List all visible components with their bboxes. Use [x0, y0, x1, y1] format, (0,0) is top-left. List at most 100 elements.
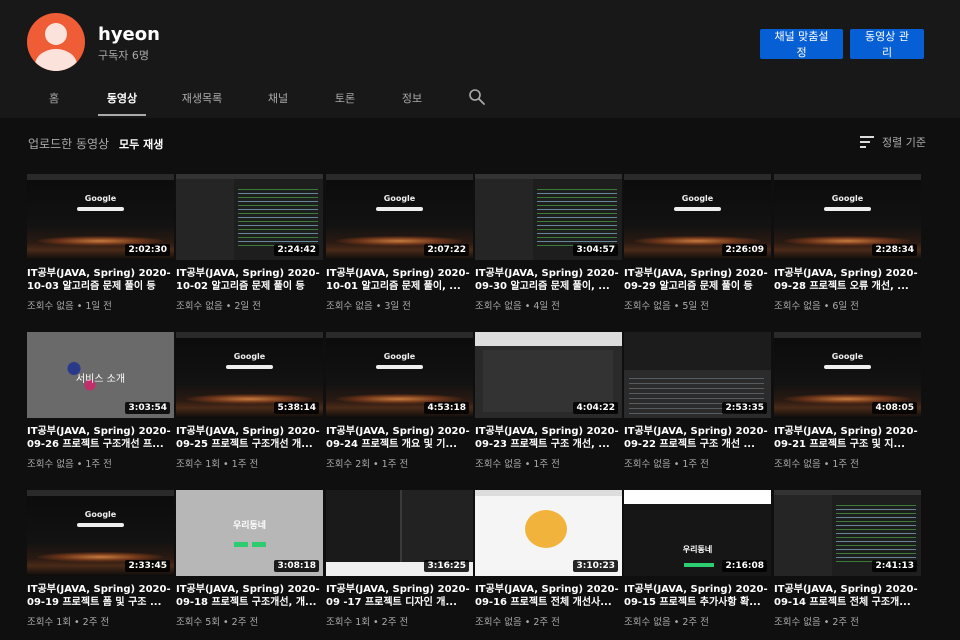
video-thumbnail[interactable]: 2:53:35 — [624, 332, 771, 418]
video-thumbnail[interactable]: Google 4:53:18 — [326, 332, 473, 418]
sort-icon — [860, 136, 874, 148]
video-duration: 3:03:54 — [125, 402, 170, 414]
video-duration: 4:08:05 — [872, 402, 917, 414]
thumbnail-overlay-text: 우리동네 — [682, 545, 713, 554]
video-card[interactable]: Google 2:07:22 IT공부(JAVA, Spring) 2020-10-… — [326, 174, 473, 312]
video-title[interactable]: IT공부(JAVA, Spring) 2020-09-26 프로젝트 구조개선 … — [27, 425, 174, 451]
video-thumbnail[interactable]: 4:04:22 — [475, 332, 622, 418]
video-duration: 2:16:08 — [722, 560, 767, 572]
video-duration: 2:41:13 — [872, 560, 917, 572]
play-all-link[interactable]: 모두 재생 — [119, 136, 163, 152]
video-thumbnail[interactable]: 우리동네 3:08:18 — [176, 490, 323, 576]
video-card[interactable]: 서비스 소개 3:03:54 IT공부(JAVA, Spring) 2020-09-… — [27, 332, 174, 470]
video-meta: 조회수 없음 • 1주 전 — [774, 459, 859, 470]
video-card[interactable]: 우리동네 2:16:08 IT공부(JAVA, Spring) 2020-09-15… — [624, 490, 771, 628]
video-duration: 5:38:14 — [274, 402, 319, 414]
thumbnail-overlay-text: 서비스 소개 — [75, 374, 126, 385]
video-thumbnail[interactable]: 우리동네 2:16:08 — [624, 490, 771, 576]
video-meta: 조회수 없음 • 2주 전 — [624, 617, 709, 628]
video-thumbnail[interactable]: Google 2:07:22 — [326, 174, 473, 260]
video-thumbnail[interactable]: Google 2:26:09 — [624, 174, 771, 260]
video-card[interactable]: 3:10:23 IT공부(JAVA, Spring) 2020-09-16 프로젝… — [475, 490, 622, 628]
video-meta: 조회수 없음 • 6일 전 — [774, 301, 859, 312]
channel-avatar[interactable] — [27, 13, 85, 71]
sort-label: 정렬 기준 — [882, 136, 926, 149]
video-title[interactable]: IT공부(JAVA, Spring) 2020-09-21 프로젝트 구조 및 … — [774, 425, 921, 451]
video-title[interactable]: IT공부(JAVA, Spring) 2020-09-15 프로젝트 추가사항 … — [624, 583, 771, 609]
video-meta: 조회수 2회 • 1주 전 — [326, 459, 409, 470]
tab-home[interactable]: 홈 — [38, 80, 70, 116]
video-card[interactable]: Google 2:26:09 IT공부(JAVA, Spring) 2020-09-… — [624, 174, 771, 312]
video-meta: 조회수 1회 • 1주 전 — [176, 459, 259, 470]
thumbnail-google-logo: Google — [383, 194, 416, 203]
video-card[interactable]: 2:53:35 IT공부(JAVA, Spring) 2020-09-22 프로젝… — [624, 332, 771, 470]
video-thumbnail[interactable]: 3:16:25 — [326, 490, 473, 576]
video-thumbnail[interactable]: 2:41:13 — [774, 490, 921, 576]
video-title[interactable]: IT공부(JAVA, Spring) 2020-09-30 알고리즘 문제 풀이… — [475, 267, 622, 293]
sort-by-button[interactable]: 정렬 기준 — [860, 134, 926, 150]
video-title[interactable]: IT공부(JAVA, Spring) 2020-09-24 프로젝트 개요 및 … — [326, 425, 473, 451]
video-title[interactable]: IT공부(JAVA, Spring) 2020-09-23 프로젝트 구조 개선… — [475, 425, 622, 451]
video-duration: 4:53:18 — [424, 402, 469, 414]
video-title[interactable]: IT공부(JAVA, Spring) 2020-09-18 프로젝트 구조개선,… — [176, 583, 323, 609]
customize-channel-button[interactable]: 채널 맞춤설정 — [760, 29, 843, 59]
video-meta: 조회수 1회 • 2주 전 — [27, 617, 110, 628]
video-title[interactable]: IT공부(JAVA, Spring) 2020-09-25 프로젝트 구조개선 … — [176, 425, 323, 451]
tab-about[interactable]: 정보 — [392, 80, 432, 116]
video-title[interactable]: IT공부(JAVA, Spring) 2020-09-19 프로젝트 폼 및 구… — [27, 583, 174, 609]
video-meta: 조회수 1회 • 2주 전 — [326, 617, 409, 628]
video-card[interactable]: Google 4:08:05 IT공부(JAVA, Spring) 2020-09-… — [774, 332, 921, 470]
manage-videos-button[interactable]: 동영상 관리 — [850, 29, 924, 59]
video-thumbnail[interactable]: 2:24:42 — [176, 174, 323, 260]
tab-videos[interactable]: 동영상 — [98, 80, 146, 116]
video-thumbnail[interactable]: 3:04:57 — [475, 174, 622, 260]
video-meta: 조회수 없음 • 1주 전 — [475, 459, 560, 470]
video-title[interactable]: IT공부(JAVA, Spring) 2020-09-16 프로젝트 전체 개선… — [475, 583, 622, 609]
video-card[interactable]: Google 2:33:45 IT공부(JAVA, Spring) 2020-09-… — [27, 490, 174, 628]
video-duration: 2:53:35 — [722, 402, 767, 414]
video-meta: 조회수 5회 • 2주 전 — [176, 617, 259, 628]
search-icon[interactable] — [468, 88, 486, 106]
video-card[interactable]: Google 4:53:18 IT공부(JAVA, Spring) 2020-09-… — [326, 332, 473, 470]
video-duration: 2:33:45 — [125, 560, 170, 572]
tab-channels[interactable]: 채널 — [258, 80, 298, 116]
video-thumbnail[interactable]: 서비스 소개 3:03:54 — [27, 332, 174, 418]
video-card[interactable]: 3:16:25 IT공부(JAVA, Spring) 2020-09 -17 프로… — [326, 490, 473, 628]
tab-playlists[interactable]: 재생목록 — [176, 80, 228, 116]
video-meta: 조회수 없음 • 1주 전 — [27, 459, 112, 470]
video-duration: 2:24:42 — [274, 244, 319, 256]
video-card[interactable]: 2:41:13 IT공부(JAVA, Spring) 2020-09-14 프로젝… — [774, 490, 921, 628]
video-thumbnail[interactable]: Google 4:08:05 — [774, 332, 921, 418]
video-title[interactable]: IT공부(JAVA, Spring) 2020-09-22 프로젝트 구조 개선… — [624, 425, 771, 451]
thumbnail-google-logo: Google — [831, 194, 864, 203]
video-meta: 조회수 없음 • 2주 전 — [475, 617, 560, 628]
video-thumbnail[interactable]: Google 5:38:14 — [176, 332, 323, 418]
video-thumbnail[interactable]: Google 2:02:30 — [27, 174, 174, 260]
video-thumbnail[interactable]: Google 2:33:45 — [27, 490, 174, 576]
video-title[interactable]: IT공부(JAVA, Spring) 2020-10-01 알고리즘 문제 풀이… — [326, 267, 473, 293]
video-card[interactable]: 우리동네 3:08:18 IT공부(JAVA, Spring) 2020-09-18… — [176, 490, 323, 628]
tab-discussion[interactable]: 토론 — [325, 80, 365, 116]
thumbnail-google-logo: Google — [681, 194, 714, 203]
video-card[interactable]: Google 2:28:34 IT공부(JAVA, Spring) 2020-09-… — [774, 174, 921, 312]
video-duration: 3:04:57 — [573, 244, 618, 256]
video-thumbnail[interactable]: 3:10:23 — [475, 490, 622, 576]
video-duration: 2:26:09 — [722, 244, 767, 256]
thumbnail-google-logo: Google — [831, 352, 864, 361]
avatar-head-shape — [45, 23, 67, 45]
video-thumbnail[interactable]: Google 2:28:34 — [774, 174, 921, 260]
video-title[interactable]: IT공부(JAVA, Spring) 2020-09-28 프로젝트 오류 개선… — [774, 267, 921, 293]
video-card[interactable]: 2:24:42 IT공부(JAVA, Spring) 2020-10-02 알고리… — [176, 174, 323, 312]
video-meta: 조회수 없음 • 1주 전 — [624, 459, 709, 470]
thumbnail-google-logo: Google — [84, 510, 117, 519]
video-title[interactable]: IT공부(JAVA, Spring) 2020-10-02 알고리즘 문제 풀이… — [176, 267, 323, 293]
video-title[interactable]: IT공부(JAVA, Spring) 2020-10-03 알고리즘 문제 풀이… — [27, 267, 174, 293]
video-meta: 조회수 없음 • 2주 전 — [774, 617, 859, 628]
video-title[interactable]: IT공부(JAVA, Spring) 2020-09 -17 프로젝트 디자인 … — [326, 583, 473, 609]
video-title[interactable]: IT공부(JAVA, Spring) 2020-09-29 알고리즘 문제 풀이… — [624, 267, 771, 293]
video-card[interactable]: 4:04:22 IT공부(JAVA, Spring) 2020-09-23 프로젝… — [475, 332, 622, 470]
video-card[interactable]: Google 2:02:30 IT공부(JAVA, Spring) 2020-10-… — [27, 174, 174, 312]
video-card[interactable]: Google 5:38:14 IT공부(JAVA, Spring) 2020-09-… — [176, 332, 323, 470]
video-title[interactable]: IT공부(JAVA, Spring) 2020-09-14 프로젝트 전체 구조… — [774, 583, 921, 609]
video-card[interactable]: 3:04:57 IT공부(JAVA, Spring) 2020-09-30 알고리… — [475, 174, 622, 312]
